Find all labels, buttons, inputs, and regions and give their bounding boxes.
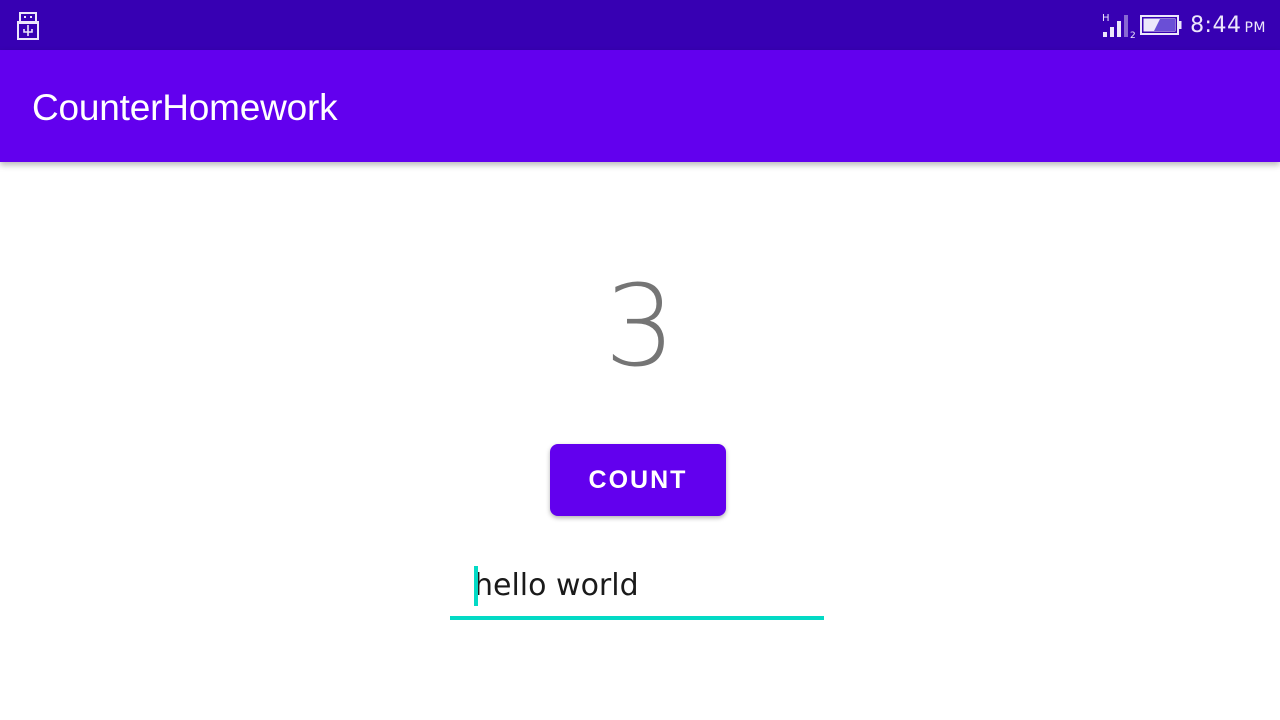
app-title: CounterHomework: [32, 87, 338, 128]
text-input-value[interactable]: hello world: [474, 564, 639, 608]
signal-icon: H 2: [1102, 13, 1136, 39]
app-bar: CounterHomework: [0, 50, 1280, 162]
count-button[interactable]: COUNT: [550, 444, 726, 516]
text-field-underline: [450, 616, 824, 620]
clock-time: 8:44: [1190, 12, 1242, 38]
sim-slot-label: 2: [1130, 31, 1136, 39]
status-bar: H 2 8:44 PM: [0, 0, 1280, 50]
status-clock: 8:44 PM: [1190, 13, 1266, 38]
clock-ampm: PM: [1244, 19, 1266, 36]
text-input-field[interactable]: hello world: [450, 560, 824, 620]
text-cursor: [474, 566, 478, 606]
battery-icon: [1140, 15, 1182, 35]
status-indicators: H 2 8:44 PM: [1102, 0, 1266, 50]
network-type-label: H: [1102, 13, 1110, 24]
counter-value: 3: [604, 262, 676, 392]
usb-icon: [17, 12, 39, 40]
